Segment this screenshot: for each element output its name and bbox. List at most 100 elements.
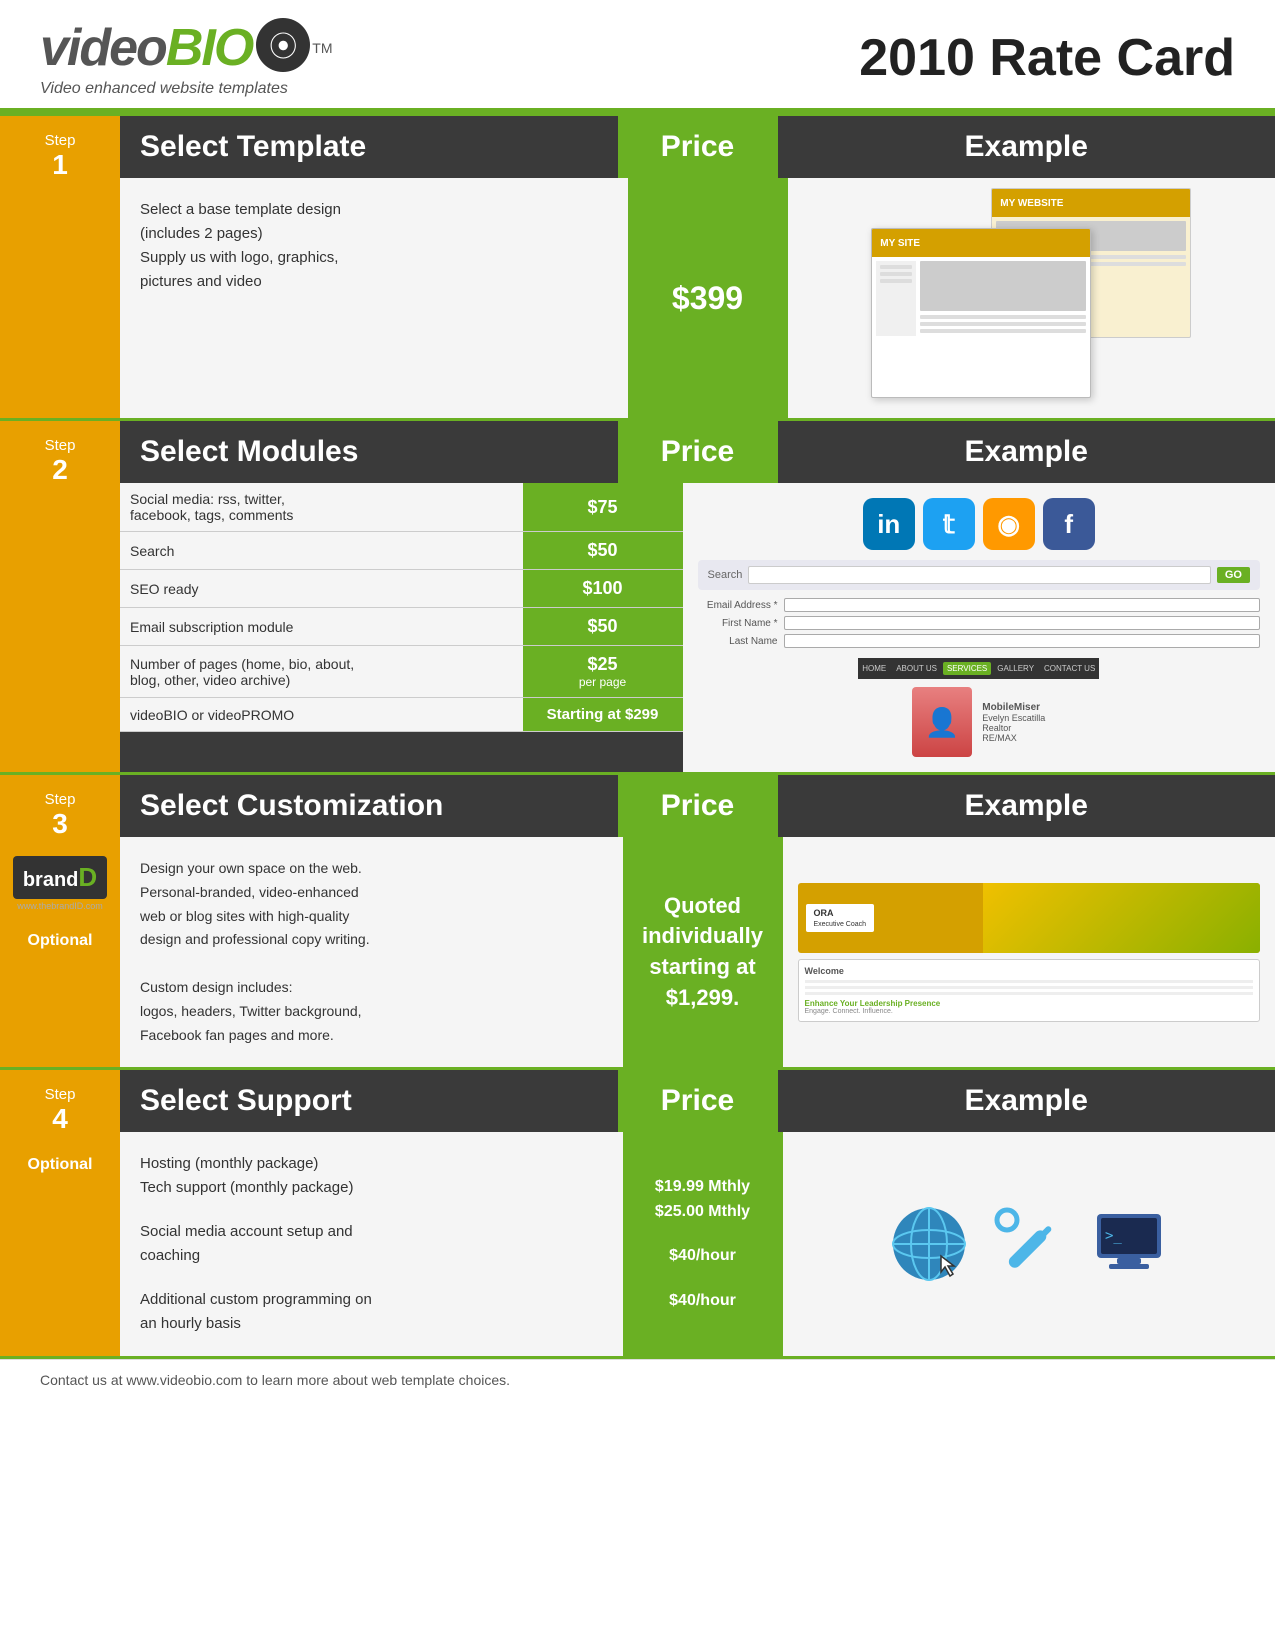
form-firstname-label: First Name * — [698, 618, 778, 629]
step3-mockup-ora: Welcome Enhance Your Leadership Presence… — [798, 959, 1261, 1022]
modules-table: Social media: rss, twitter,facebook, tag… — [120, 483, 683, 732]
form-email-input[interactable] — [784, 598, 1261, 612]
ora-subtitle: Engage. Connect. Influence. — [805, 1008, 1254, 1015]
step2-section: Step 2 Select Modules Price Example Soci… — [0, 421, 1275, 772]
step4-price-heading: Price — [661, 1084, 734, 1118]
step1-details: Select a base template design (includes … — [120, 178, 628, 418]
form-lastname-input[interactable] — [784, 634, 1261, 648]
person-role: Realtor — [982, 723, 1045, 733]
step3-detail-3: web or blog sites with high-quality — [140, 905, 603, 929]
form-lastname-label: Last Name — [698, 636, 778, 647]
nav-gallery: GALLERY — [993, 662, 1038, 675]
mockup-front-line1 — [920, 315, 1086, 319]
step2-body: Social media: rss, twitter,facebook, tag… — [120, 483, 1275, 772]
header: video BIO TM Video enhanced website temp… — [0, 0, 1275, 108]
step4-price-3: $40/hour — [669, 1246, 736, 1267]
go-button[interactable]: GO — [1217, 567, 1250, 583]
mockup-sidebar-line1 — [880, 265, 912, 269]
step3-optional: Optional — [28, 931, 93, 950]
table-row: videoBIO or videoPROMO Starting at $299 — [120, 698, 683, 732]
step2-step-text: Step — [45, 437, 76, 454]
globe-svg — [889, 1204, 969, 1284]
table-row: SEO ready $100 — [120, 570, 683, 608]
module-price-0: $75 — [523, 483, 683, 532]
step3-price-heading: Price — [661, 789, 734, 823]
step3-price-col: Quoted individually starting at $1,299. — [623, 837, 783, 1067]
step3-header-title: Select Customization — [120, 775, 618, 837]
form-firstname-input[interactable] — [784, 616, 1261, 630]
globe-icon — [889, 1204, 969, 1284]
mockup-sidebar-line3 — [880, 279, 912, 283]
step3-header-row: Select Customization Price Example — [120, 775, 1275, 837]
ora-line3 — [805, 992, 1254, 995]
step2-content: Select Modules Price Example Social medi… — [120, 421, 1275, 772]
step1-num: 1 — [52, 149, 68, 181]
step3-header-price-col: Price — [618, 775, 778, 837]
step4-title: Select Support — [140, 1084, 598, 1118]
step3-num: 3 — [52, 808, 68, 840]
step4-service-2: Tech support (monthly package) — [140, 1176, 603, 1200]
mockup-front-header: MY SITE — [872, 229, 1090, 257]
step4-example-heading: Example — [965, 1084, 1088, 1118]
step1-detail-1: Select a base template design — [140, 198, 608, 222]
step1-price: $399 — [672, 280, 743, 317]
brand-id-logo: brandD — [13, 856, 107, 899]
step4-example-col: >_ — [783, 1132, 1275, 1356]
table-row: Search $50 — [120, 532, 683, 570]
form-row-email: Email Address * — [698, 598, 1261, 612]
module-price-5: Starting at $299 — [523, 698, 683, 732]
search-mockup: Search GO — [698, 560, 1261, 590]
twitter-icon: 𝕥 — [923, 498, 975, 550]
step3-section: Step 3 brandD www.thebrandID.com Optiona… — [0, 775, 1275, 1067]
step3-detail-4: design and professional copy writing. — [140, 928, 603, 952]
nav-services: SERVICES — [943, 662, 991, 675]
step4-service-3: Social media account setup and — [140, 1220, 603, 1244]
step2-title: Select Modules — [140, 435, 598, 469]
nav-home: HOME — [858, 662, 890, 675]
module-name-4: Number of pages (home, bio, about,blog, … — [120, 646, 523, 698]
mockup-logo-ora: ORAExecutive Coach — [806, 904, 875, 932]
brand-id-d: D — [78, 862, 97, 892]
monitor-icon: >_ — [1089, 1202, 1169, 1287]
step2-header-row: Select Modules Price Example — [120, 421, 1275, 483]
logo-video-text: video — [40, 18, 166, 78]
search-input[interactable] — [748, 566, 1211, 584]
logo-tm: TM — [312, 40, 332, 56]
mockup-front-line2 — [920, 322, 1086, 326]
step4-price-2: $25.00 Mthly — [655, 1202, 750, 1223]
form-row-lastname: Last Name — [698, 634, 1261, 648]
step1-header-example-col: Example — [778, 116, 1275, 178]
step2-modules: Social media: rss, twitter,facebook, tag… — [120, 483, 683, 772]
step4-details: Hosting (monthly package) Tech support (… — [120, 1132, 623, 1356]
step3-detail-7: Facebook fan pages and more. — [140, 1024, 603, 1048]
step4-section: Step 4 Optional Select Support Price Exa… — [0, 1070, 1275, 1356]
svg-text:>_: >_ — [1105, 1228, 1122, 1244]
ora-tagline: Enhance Your Leadership Presence — [805, 999, 1254, 1008]
nav-bar-mockup: HOME ABOUT US SERVICES GALLERY CONTACT U… — [858, 658, 1099, 679]
form-row-firstname: First Name * — [698, 616, 1261, 630]
header-divider — [0, 108, 1275, 116]
step4-header-price-col: Price — [618, 1070, 778, 1132]
step4-optional: Optional — [28, 1155, 93, 1174]
step2-num: 2 — [52, 454, 68, 486]
tools-icon — [989, 1202, 1069, 1287]
ora-line1 — [805, 980, 1254, 983]
mockup-front-main — [920, 261, 1086, 336]
rate-card-title: 2010 Rate Card — [859, 28, 1235, 88]
step3-body-row: Design your own space on the web. Person… — [120, 837, 1275, 1067]
nav-contact: CONTACT US — [1040, 662, 1099, 675]
step1-detail-4: pictures and video — [140, 270, 608, 294]
step4-label: Step 4 Optional — [0, 1070, 120, 1356]
step3-price-text: Quoted individually starting at $1,299. — [642, 891, 763, 1014]
module-name-0: Social media: rss, twitter,facebook, tag… — [120, 483, 523, 532]
mockup-front-body — [872, 257, 1090, 340]
person-mockup: 👤 MobileMiser Evelyn Escatilla Realtor R… — [912, 687, 1045, 757]
logo-bio-text: BIO — [166, 18, 252, 78]
form-mockup: Email Address * First Name * Last Name — [698, 598, 1261, 652]
mockup-front-sidebar — [876, 261, 916, 336]
step3-step-text: Step — [45, 791, 76, 808]
step3-title: Select Customization — [140, 789, 598, 823]
person-title: Evelyn Escatilla — [982, 713, 1045, 723]
step4-body-row: Hosting (monthly package) Tech support (… — [120, 1132, 1275, 1356]
rss-icon: ◉ — [983, 498, 1035, 550]
